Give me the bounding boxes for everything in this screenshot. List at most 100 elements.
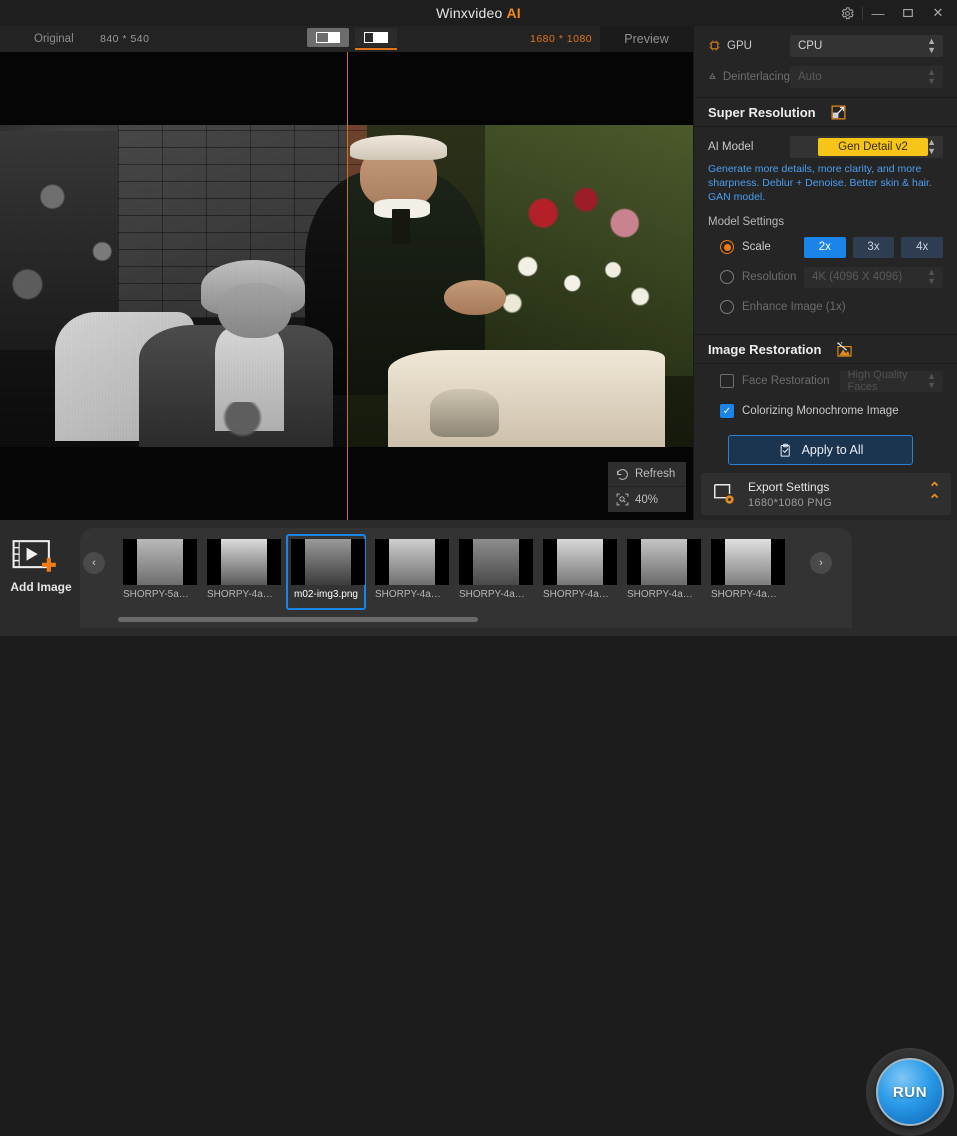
thumbnail-image: [123, 539, 197, 585]
preview-tab[interactable]: Preview: [600, 26, 693, 52]
scale-3x-button[interactable]: 3x: [852, 236, 895, 258]
list-item[interactable]: SHORPY-4a23377: [622, 534, 702, 610]
deinterlacing-label-group: Deinterlacing: [708, 70, 790, 83]
close-icon[interactable]: ✕: [923, 0, 953, 26]
image-preview-canvas[interactable]: Refresh 40%: [0, 52, 693, 520]
face-quality-select[interactable]: High Quality Faces ▲ ▼: [839, 369, 943, 393]
original-photo: [0, 125, 347, 447]
resolution-select[interactable]: 4K (4096 X 4096) ▲ ▼: [804, 266, 943, 288]
filmstrip-scrollbar-thumb[interactable]: [118, 617, 478, 622]
enhanced-image-half: [347, 125, 693, 447]
face-restoration-label: Face Restoration: [742, 375, 830, 387]
export-settings-title: Export Settings: [748, 479, 830, 494]
super-resolution-header: Super Resolution: [694, 97, 957, 127]
apply-to-all-button[interactable]: Apply to All: [728, 435, 913, 465]
thumbnail-list: SHORPY-5a36607 SHORPY-4a55227 m02-img3.p…: [118, 534, 802, 610]
original-label: Original: [34, 33, 74, 45]
ai-model-hint: Generate more details, more clarity, and…: [708, 163, 932, 203]
colorizing-row: ✓ Colorizing Monochrome Image: [694, 398, 957, 424]
thumbnail-image: [207, 539, 281, 585]
settings-panel: GPU CPU ▲ ▼ Deinterlacing Auto ▲ ▼ Super R…: [693, 26, 957, 520]
filmstrip-scrollbar[interactable]: [118, 617, 802, 622]
filmstrip-next-button[interactable]: ›: [810, 552, 832, 574]
list-item[interactable]: SHORPY-4a23673: [538, 534, 618, 610]
thumbnail-caption: SHORPY-4a23377: [627, 589, 697, 600]
enhance-option-row: Enhance Image (1x): [694, 294, 957, 320]
output-dimensions: 1680 * 1080: [530, 33, 593, 45]
gpu-value: CPU: [798, 39, 823, 52]
export-settings-bar[interactable]: Export Settings 1680*1080 PNG ⌃ ⌃: [701, 473, 951, 515]
split-slider-icon: [364, 32, 388, 43]
thumbnail-caption: SHORPY-4a55227: [207, 589, 277, 600]
face-restoration-checkbox[interactable]: [720, 374, 734, 388]
list-item[interactable]: SHORPY-4a55227: [202, 534, 282, 610]
colorizing-checkbox[interactable]: ✓: [720, 404, 734, 418]
add-image-label: Add Image: [10, 580, 72, 594]
thumbnail-image: [291, 539, 365, 585]
app-title: Winxvideo AI: [436, 5, 521, 21]
gpu-row: GPU CPU ▲ ▼: [694, 34, 957, 57]
enhance-radio[interactable]: [720, 300, 734, 314]
thumbnail-caption: SHORPY-4a25556: [375, 589, 445, 600]
scale-radio[interactable]: [720, 240, 734, 254]
clipboard-check-icon: [780, 443, 790, 457]
view-mode-side-by-side-button[interactable]: [307, 28, 349, 47]
scale-option-row: Scale 2x 3x 4x: [694, 234, 957, 260]
chevron-updown-icon: ▲ ▼: [927, 136, 936, 156]
thumbnail-image: [711, 539, 785, 585]
thumbnail-image: [375, 539, 449, 585]
add-image-button[interactable]: Add Image: [8, 536, 74, 594]
list-item[interactable]: SHORPY-4a22488: [706, 534, 786, 610]
chevron-up-icon[interactable]: ⌃ ⌃: [928, 481, 941, 508]
list-item[interactable]: SHORPY-4a25526: [454, 534, 534, 610]
maximize-icon[interactable]: [893, 0, 923, 26]
filmstrip-prev-button[interactable]: ‹: [83, 552, 105, 574]
scale-label: Scale: [742, 241, 771, 253]
deinterlacing-label: Deinterlacing: [722, 70, 790, 83]
chevron-updown-icon: ▲ ▼: [927, 35, 936, 55]
ai-model-value: Gen Detail v2: [818, 137, 928, 156]
list-item[interactable]: SHORPY-5a36607: [118, 534, 198, 610]
super-resolution-title: Super Resolution: [708, 104, 816, 120]
colorizing-label: Colorizing Monochrome Image: [742, 405, 899, 417]
scale-2x-button[interactable]: 2x: [804, 236, 846, 258]
resolution-option-row: Resolution 4K (4096 X 4096) ▲ ▼: [694, 264, 957, 290]
app-title-accent: AI: [506, 5, 521, 21]
resolution-label: Resolution: [742, 271, 797, 283]
view-mode-split-slider-button[interactable]: [355, 28, 397, 50]
super-resolution-icon: [830, 104, 847, 121]
deinterlacing-select[interactable]: Auto ▲ ▼: [790, 65, 943, 88]
window-controls: — ✕: [832, 0, 953, 26]
refresh-button[interactable]: Refresh: [608, 462, 686, 487]
zoom-level-label: 40%: [635, 493, 659, 506]
minimize-icon[interactable]: —: [863, 0, 893, 26]
ai-model-select[interactable]: Gen Detail v2 ▲ ▼: [790, 135, 943, 158]
deinterlacing-icon: [709, 72, 716, 80]
scale-4x-button[interactable]: 4x: [901, 236, 944, 258]
refresh-icon: [617, 468, 628, 480]
list-item[interactable]: SHORPY-4a25556: [370, 534, 450, 610]
gpu-chip-icon: [709, 40, 720, 51]
side-by-side-icon: [316, 32, 340, 43]
model-settings-label: Model Settings: [708, 216, 785, 228]
zoom-level-button[interactable]: 40%: [608, 487, 686, 512]
run-button[interactable]: RUN: [876, 1058, 944, 1126]
chevron-updown-icon: ▲ ▼: [927, 371, 936, 390]
winxvideo-ai-window: Winxvideo AI — ✕ Original 840 * 540 1680 …: [0, 0, 957, 1136]
ai-model-row: AI Model Gen Detail v2 ▲ ▼: [694, 135, 957, 158]
original-image-half: [0, 125, 347, 447]
run-button-housing: RUN: [866, 1048, 954, 1136]
gpu-label-group: GPU: [708, 39, 790, 52]
settings-gear-icon[interactable]: [832, 0, 862, 26]
thumbnail-caption: SHORPY-5a36607: [123, 589, 193, 600]
resolution-radio[interactable]: [720, 270, 734, 284]
list-item[interactable]: m02-img3.png: [286, 534, 366, 610]
deinterlacing-value: Auto: [798, 70, 822, 83]
bottom-bar: Add Image ‹ › SHORPY-5a36607 SHORPY-4a55…: [0, 520, 957, 1136]
chevron-updown-icon: ▲ ▼: [927, 267, 936, 286]
refresh-label: Refresh: [635, 468, 676, 480]
export-settings-text: Export Settings 1680*1080 PNG: [748, 480, 928, 509]
comparison-divider-handle[interactable]: [347, 52, 348, 520]
face-restoration-row: Face Restoration High Quality Faces ▲ ▼: [694, 368, 957, 394]
gpu-select[interactable]: CPU ▲ ▼: [790, 34, 943, 57]
